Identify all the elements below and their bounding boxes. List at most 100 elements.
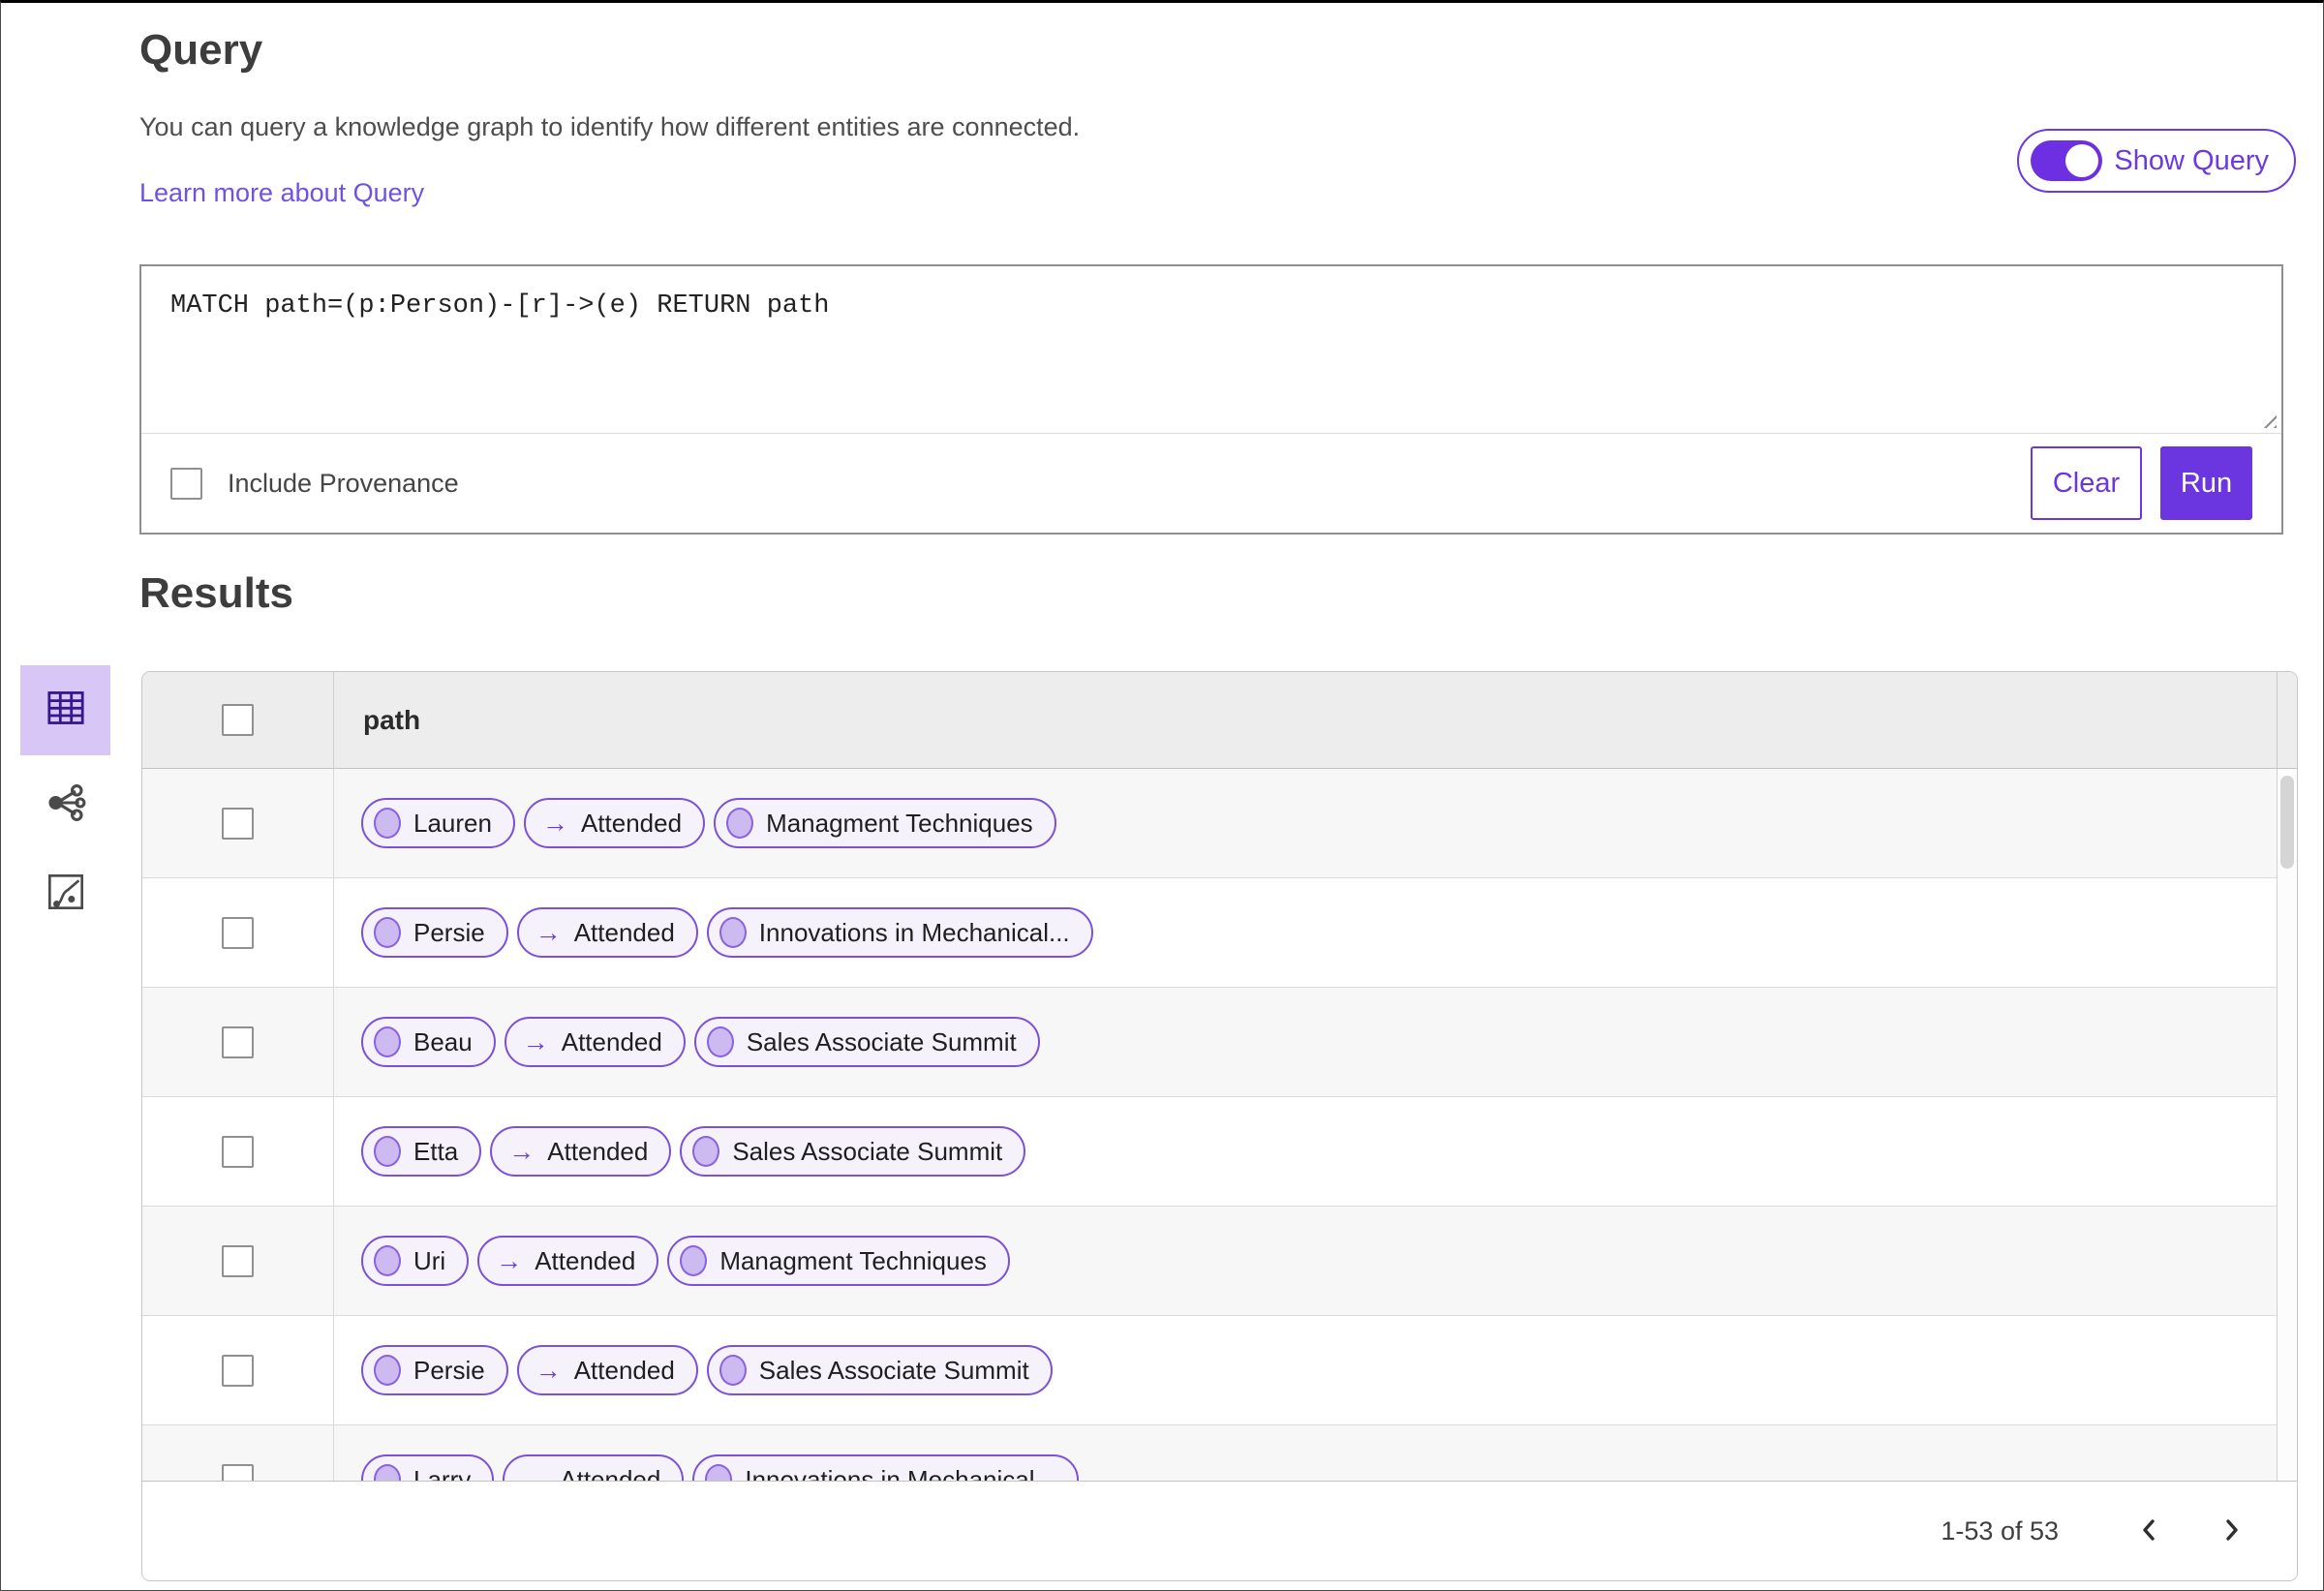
source-node-label: Lauren	[413, 808, 492, 838]
source-node-label: Uri	[413, 1245, 446, 1275]
target-node-label: Sales Associate Summit	[746, 1026, 1017, 1056]
node-icon	[374, 1464, 401, 1481]
target-node-label: Managment Techniques	[719, 1245, 987, 1275]
table-row: Uri → Attended Managment Techniques	[142, 1207, 2277, 1316]
edge-arrow-icon: →	[522, 1026, 549, 1056]
edge-pill[interactable]: → Attended	[477, 1236, 659, 1286]
clear-button[interactable]: Clear	[2031, 446, 2142, 520]
row-checkbox[interactable]	[222, 1025, 254, 1058]
include-provenance-checkbox[interactable]	[170, 467, 202, 500]
node-icon	[374, 1026, 401, 1057]
query-description: You can query a knowledge graph to ident…	[139, 112, 1081, 141]
target-node-label: Sales Associate Summit	[758, 1355, 1029, 1385]
source-node-pill[interactable]: Persie	[361, 1345, 508, 1395]
row-checkbox[interactable]	[222, 807, 254, 840]
node-icon	[374, 917, 401, 948]
edge-arrow-icon: →	[508, 1136, 535, 1166]
source-node-label: Persie	[413, 1355, 485, 1385]
node-icon	[692, 1136, 720, 1167]
node-icon	[680, 1245, 708, 1276]
target-node-pill[interactable]: Managment Techniques	[714, 798, 1056, 848]
table-view-icon	[46, 690, 85, 730]
row-checkbox[interactable]	[222, 1354, 254, 1387]
node-icon	[374, 808, 401, 839]
edge-arrow-icon: →	[535, 1355, 562, 1385]
edge-arrow-icon: →	[521, 1464, 548, 1481]
chevron-left-icon	[2138, 1515, 2159, 1548]
query-page: Query You can query a knowledge graph to…	[0, 0, 2324, 1591]
target-node-label: Sales Associate Summit	[732, 1136, 1003, 1166]
node-icon	[705, 1464, 733, 1481]
row-checkbox[interactable]	[222, 916, 254, 949]
source-node-label: Beau	[413, 1026, 473, 1056]
vertical-scrollbar[interactable]	[2277, 769, 2297, 1481]
show-query-toggle[interactable]: Show Query	[2017, 129, 2296, 193]
query-editor-input[interactable]: MATCH path=(p:Person)-[r]->(e) RETURN pa…	[141, 266, 2281, 433]
source-node-label: Larry	[413, 1464, 472, 1482]
edge-pill[interactable]: → Attended	[504, 1017, 686, 1067]
node-icon	[719, 917, 747, 948]
table-row: Etta → Attended Sales Associate Summit	[142, 1097, 2277, 1207]
table-row: Persie → Attended Sales Associate Summit	[142, 1316, 2277, 1425]
results-title: Results	[139, 569, 293, 617]
target-node-pill[interactable]: Innovations in Mechanical...	[692, 1454, 1080, 1482]
edge-pill[interactable]: → Attended	[503, 1454, 685, 1482]
edge-label: Attended	[573, 917, 675, 947]
edge-pill[interactable]: → Attended	[516, 907, 698, 958]
edge-label: Attended	[547, 1136, 649, 1166]
target-node-pill[interactable]: Managment Techniques	[667, 1236, 1010, 1286]
select-all-checkbox[interactable]	[222, 704, 254, 736]
edge-pill[interactable]: → Attended	[490, 1126, 672, 1177]
row-checkbox[interactable]	[222, 1244, 254, 1277]
edge-arrow-icon: →	[496, 1245, 523, 1275]
edge-label: Attended	[561, 1026, 662, 1056]
edge-arrow-icon: →	[541, 808, 568, 838]
node-icon	[726, 808, 754, 839]
row-checkbox[interactable]	[222, 1135, 254, 1168]
chevron-right-icon	[2221, 1515, 2243, 1548]
target-node-pill[interactable]: Sales Associate Summit	[706, 1345, 1053, 1395]
view-switcher-chart[interactable]	[20, 872, 110, 916]
source-node-pill[interactable]: Uri	[361, 1236, 470, 1286]
previous-page-button[interactable]	[2138, 1515, 2159, 1548]
toggle-switch-icon[interactable]	[2031, 140, 2103, 181]
edge-label: Attended	[560, 1464, 661, 1482]
edge-pill[interactable]: → Attended	[516, 1345, 698, 1395]
source-node-pill[interactable]: Persie	[361, 907, 508, 958]
view-switcher-graph[interactable]	[20, 783, 110, 827]
pagination-range-label: 1-53 of 53	[1941, 1515, 2059, 1545]
query-editor-panel: MATCH path=(p:Person)-[r]->(e) RETURN pa…	[139, 264, 2283, 535]
pagination-bar: 1-53 of 53	[142, 1481, 2297, 1580]
chart-view-icon	[46, 872, 85, 916]
edge-label: Attended	[573, 1355, 675, 1385]
run-button[interactable]: Run	[2160, 446, 2252, 520]
node-icon	[706, 1026, 734, 1057]
source-node-pill[interactable]: Larry	[361, 1454, 495, 1482]
target-node-pill[interactable]: Sales Associate Summit	[693, 1017, 1040, 1067]
source-node-pill[interactable]: Lauren	[361, 798, 515, 848]
source-node-pill[interactable]: Etta	[361, 1126, 482, 1177]
source-node-pill[interactable]: Beau	[361, 1017, 496, 1067]
show-query-toggle-label: Show Query	[2114, 144, 2269, 176]
scrollbar-thumb[interactable]	[2280, 776, 2294, 869]
edge-label: Attended	[535, 1245, 636, 1275]
page-title: Query	[139, 26, 263, 74]
row-checkbox[interactable]	[222, 1463, 254, 1481]
table-row: Beau → Attended Sales Associate Summit	[142, 988, 2277, 1097]
target-node-pill[interactable]: Innovations in Mechanical...	[706, 907, 1093, 958]
node-icon	[719, 1355, 747, 1386]
table-row: Larry → Attended Innovations in Mechanic…	[142, 1425, 2277, 1481]
source-node-label: Persie	[413, 917, 485, 947]
view-switcher-table[interactable]	[20, 665, 110, 755]
node-icon	[374, 1245, 401, 1276]
node-icon	[374, 1136, 401, 1167]
learn-more-link[interactable]: Learn more about Query	[139, 178, 424, 208]
include-provenance-label: Include Provenance	[228, 468, 459, 498]
next-page-button[interactable]	[2221, 1515, 2243, 1548]
edge-pill[interactable]: → Attended	[523, 798, 706, 848]
target-node-pill[interactable]: Sales Associate Summit	[680, 1126, 1026, 1177]
graph-view-icon	[45, 783, 87, 827]
target-node-label: Innovations in Mechanical...	[758, 917, 1070, 947]
target-node-label: Innovations in Mechanical...	[745, 1464, 1056, 1482]
column-header-path[interactable]: path	[334, 672, 2277, 768]
